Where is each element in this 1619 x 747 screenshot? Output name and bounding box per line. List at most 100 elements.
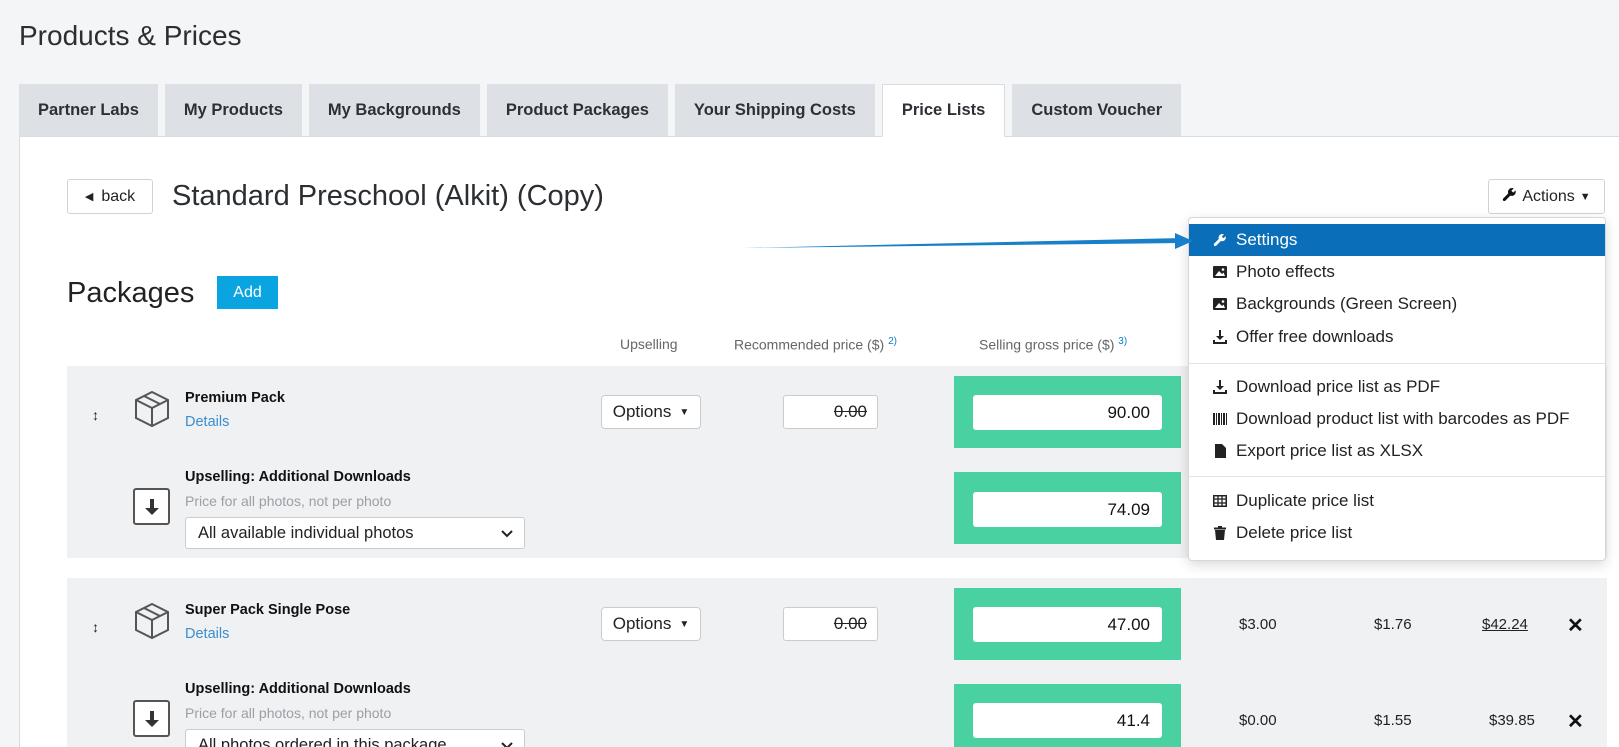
menu-item-label: Settings — [1236, 230, 1298, 249]
col-recommended-label: Recommended price ($) — [734, 336, 885, 353]
menu-item-label: Duplicate price list — [1236, 491, 1374, 510]
barcode-icon — [1213, 413, 1227, 425]
menu-item-settings[interactable]: Settings — [1189, 224, 1605, 256]
selling-price-input[interactable]: 90.00 — [973, 395, 1162, 430]
upsell-selling-price-input[interactable]: 74.09 — [973, 492, 1162, 527]
menu-item-barcodes-pdf[interactable]: Download product list with barcodes as P… — [1189, 403, 1605, 435]
price-cell: $3.00 — [1239, 616, 1277, 633]
menu-item-duplicate[interactable]: Duplicate price list — [1189, 485, 1605, 517]
download-box-icon — [133, 700, 170, 737]
col-selling: Selling gross price ($) 3) — [979, 336, 1127, 353]
price-cell: $1.55 — [1374, 712, 1412, 729]
upsell-select-value: All photos ordered in this package — [198, 735, 447, 747]
selling-price-cell: 90.00 — [954, 376, 1181, 448]
wrench-icon — [1213, 233, 1227, 247]
upsell-subtitle: Price for all photos, not per photo — [185, 493, 392, 509]
upsell-selling-price-cell: 41.4 — [954, 684, 1181, 747]
menu-item-export-xlsx[interactable]: Export price list as XLSX — [1189, 435, 1605, 467]
col-selling-label: Selling gross price ($) — [979, 336, 1115, 353]
package-name: Super Pack Single Pose — [185, 602, 351, 618]
tab-my-products[interactable]: My Products — [164, 84, 302, 136]
upsell-select-value: All available individual photos — [198, 523, 414, 542]
package-details-link[interactable]: Details — [185, 626, 229, 642]
menu-item-download-pdf[interactable]: Download price list as PDF — [1189, 371, 1605, 403]
menu-item-label: Download product list with barcodes as P… — [1236, 409, 1570, 428]
wrench-icon — [1502, 187, 1517, 207]
price-cell: $0.00 — [1239, 712, 1277, 729]
upsell-selling-price-cell: 74.09 — [954, 472, 1181, 544]
menu-item-label: Offer free downloads — [1236, 327, 1394, 346]
price-cell: $39.85 — [1489, 712, 1535, 729]
download-icon — [1213, 330, 1227, 344]
packages-heading: Packages — [67, 277, 195, 309]
caret-left-icon: ◀ — [84, 191, 94, 203]
menu-item-label: Delete price list — [1236, 523, 1353, 542]
table-icon — [1213, 495, 1227, 507]
upsell-title: Upselling: Additional Downloads — [185, 469, 411, 485]
options-button[interactable]: Options ▼ — [601, 395, 701, 429]
menu-item-free-downloads[interactable]: Offer free downloads — [1189, 321, 1605, 353]
menu-item-photo-effects[interactable]: Photo effects — [1189, 256, 1605, 288]
download-icon — [1213, 380, 1227, 394]
options-button[interactable]: Options ▼ — [601, 607, 701, 641]
upsell-title: Upselling: Additional Downloads — [185, 681, 411, 697]
caret-down-icon: ▼ — [679, 618, 690, 630]
col-recommended: Recommended price ($) 2) — [734, 336, 897, 353]
trash-icon — [1213, 526, 1227, 540]
image-icon — [1213, 266, 1227, 278]
add-package-button[interactable]: Add — [217, 276, 278, 309]
close-icon[interactable]: ✕ — [1567, 613, 1584, 638]
menu-item-label: Backgrounds (Green Screen) — [1236, 294, 1458, 313]
menu-item-label: Download price list as PDF — [1236, 377, 1441, 396]
price-list-title: Standard Preschool (Alkit) (Copy) — [172, 180, 604, 212]
actions-button[interactable]: Actions ▼ — [1488, 179, 1605, 214]
upsell-subtitle: Price for all photos, not per photo — [185, 705, 392, 721]
page-title: Products & Prices — [19, 20, 242, 51]
caret-down-icon: ▼ — [679, 406, 690, 418]
file-icon — [1213, 444, 1227, 458]
back-button[interactable]: ◀ back — [67, 179, 153, 214]
col-upselling: Upselling — [620, 336, 678, 352]
menu-item-backgrounds[interactable]: Backgrounds (Green Screen) — [1189, 288, 1605, 320]
drag-handle-icon[interactable]: ↕ — [92, 407, 99, 423]
menu-item-delete[interactable]: Delete price list — [1189, 517, 1605, 549]
net-price-link[interactable]: $42.24 — [1482, 616, 1528, 633]
upsell-photo-select[interactable]: All photos ordered in this package — [185, 729, 525, 747]
actions-dropdown-menu: Settings Photo effects Backgrounds (Gree… — [1188, 217, 1606, 561]
drag-handle-icon[interactable]: ↕ — [92, 619, 99, 635]
package-box-icon — [132, 601, 172, 641]
caret-down-icon: ▼ — [1579, 190, 1591, 203]
chevron-down-icon — [500, 526, 514, 545]
tab-custom-voucher[interactable]: Custom Voucher — [1012, 84, 1182, 136]
recommended-price-input[interactable]: 0.00 — [783, 395, 878, 429]
upsell-photo-select[interactable]: All available individual photos — [185, 517, 525, 549]
tab-price-lists[interactable]: Price Lists — [881, 84, 1006, 137]
selling-price-cell: 47.00 — [954, 588, 1181, 660]
options-label: Options — [612, 614, 672, 633]
menu-divider — [1189, 363, 1605, 364]
options-label: Options — [612, 402, 672, 421]
menu-item-label: Photo effects — [1236, 262, 1335, 281]
actions-label: Actions — [1522, 187, 1575, 205]
recommended-price-input[interactable]: 0.00 — [783, 607, 878, 641]
package-details-link[interactable]: Details — [185, 414, 229, 430]
tab-bar: Partner Labs My Products My Backgrounds … — [19, 84, 1188, 137]
footnote-3[interactable]: 3) — [1118, 336, 1127, 347]
tab-partner-labs[interactable]: Partner Labs — [19, 84, 158, 136]
annotation-arrow — [743, 233, 1193, 249]
download-box-icon — [133, 488, 170, 525]
selling-price-input[interactable]: 47.00 — [973, 607, 1162, 642]
close-icon[interactable]: ✕ — [1567, 709, 1584, 734]
tab-product-packages[interactable]: Product Packages — [486, 84, 668, 136]
package-name: Premium Pack — [185, 390, 285, 406]
footnote-2[interactable]: 2) — [888, 336, 897, 347]
tab-my-backgrounds[interactable]: My Backgrounds — [308, 84, 480, 136]
menu-divider — [1189, 476, 1605, 477]
upsell-selling-price-input[interactable]: 41.4 — [973, 703, 1162, 738]
chevron-down-icon — [500, 738, 514, 747]
price-cell: $1.76 — [1374, 616, 1412, 633]
menu-item-label: Export price list as XLSX — [1236, 441, 1424, 460]
image-icon — [1213, 298, 1227, 310]
package-box-icon — [132, 389, 172, 429]
tab-shipping-costs[interactable]: Your Shipping Costs — [674, 84, 875, 136]
